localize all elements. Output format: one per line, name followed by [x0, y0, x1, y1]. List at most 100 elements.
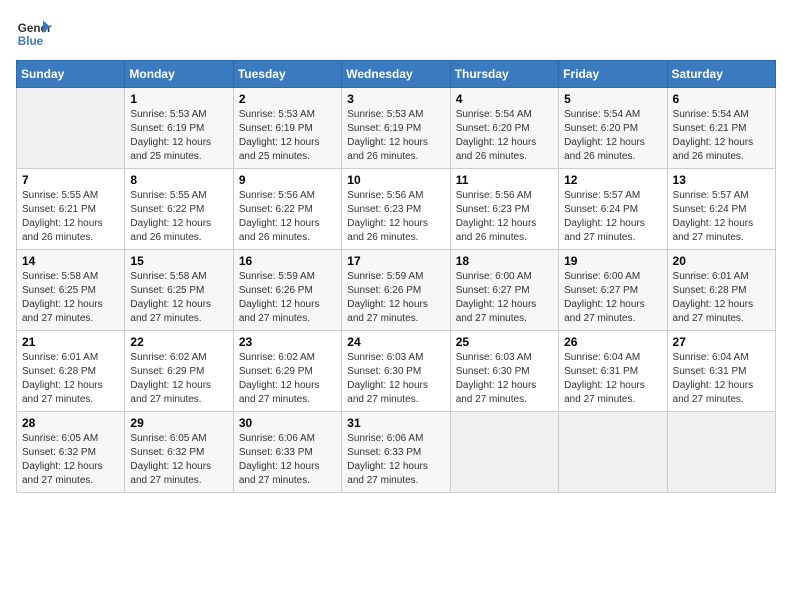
calendar-cell: 29 Sunrise: 6:05 AM Sunset: 6:32 PM Dayli… [125, 412, 233, 493]
column-header-tuesday: Tuesday [233, 61, 341, 88]
calendar-cell: 13 Sunrise: 5:57 AM Sunset: 6:24 PM Dayli… [667, 169, 775, 250]
calendar-cell [450, 412, 558, 493]
calendar-cell: 14Sunrise: 5:58 AM Sunset: 6:25 PM Dayli… [17, 250, 125, 331]
calendar-table: SundayMondayTuesdayWednesdayThursdayFrid… [16, 60, 776, 493]
calendar-cell: 25Sunrise: 6:03 AM Sunset: 6:30 PM Dayli… [450, 331, 558, 412]
day-info: Sunrise: 6:04 AM Sunset: 6:31 PM Dayligh… [564, 351, 661, 407]
calendar-cell: 6 Sunrise: 5:54 AM Sunset: 6:21 PM Daylig… [667, 88, 775, 169]
calendar-cell: 7 Sunrise: 5:55 AM Sunset: 6:21 PM Daylig… [17, 169, 125, 250]
day-number: 15 [130, 254, 227, 268]
calendar-cell: 30 Sunrise: 6:06 AM Sunset: 6:33 PM Dayli… [233, 412, 341, 493]
day-info: Sunrise: 5:53 AM Sunset: 6:19 PM Dayligh… [347, 108, 444, 164]
day-number: 13 [673, 173, 770, 187]
day-number: 16 [239, 254, 336, 268]
column-header-saturday: Saturday [667, 61, 775, 88]
column-header-friday: Friday [559, 61, 667, 88]
day-number: 19 [564, 254, 661, 268]
calendar-cell: 31 Sunrise: 6:06 AM Sunset: 6:33 PM Dayli… [342, 412, 450, 493]
day-info: Sunrise: 5:54 AM Sunset: 6:20 PM Dayligh… [564, 108, 661, 164]
day-number: 21 [22, 335, 119, 349]
calendar-cell: 21 Sunrise: 6:01 AM Sunset: 6:28 PM Dayli… [17, 331, 125, 412]
calendar-cell: 1Sunrise: 5:53 AM Sunset: 6:19 PM Daylig… [125, 88, 233, 169]
calendar-cell: 23 Sunrise: 6:02 AM Sunset: 6:29 PM Dayli… [233, 331, 341, 412]
calendar-cell: 17 Sunrise: 5:59 AM Sunset: 6:26 PM Dayli… [342, 250, 450, 331]
calendar-cell: 9 Sunrise: 5:56 AM Sunset: 6:22 PM Daylig… [233, 169, 341, 250]
calendar-cell: 28Sunrise: 6:05 AM Sunset: 6:32 PM Dayli… [17, 412, 125, 493]
calendar-cell [17, 88, 125, 169]
calendar-week-3: 14Sunrise: 5:58 AM Sunset: 6:25 PM Dayli… [17, 250, 776, 331]
day-info: Sunrise: 5:55 AM Sunset: 6:21 PM Dayligh… [22, 189, 119, 245]
day-number: 8 [130, 173, 227, 187]
day-info: Sunrise: 5:59 AM Sunset: 6:26 PM Dayligh… [347, 270, 444, 326]
calendar-cell: 27 Sunrise: 6:04 AM Sunset: 6:31 PM Dayli… [667, 331, 775, 412]
calendar-cell: 19 Sunrise: 6:00 AM Sunset: 6:27 PM Dayli… [559, 250, 667, 331]
day-info: Sunrise: 5:59 AM Sunset: 6:26 PM Dayligh… [239, 270, 336, 326]
calendar-cell: 22 Sunrise: 6:02 AM Sunset: 6:29 PM Dayli… [125, 331, 233, 412]
logo: General Blue [16, 16, 52, 52]
day-info: Sunrise: 6:05 AM Sunset: 6:32 PM Dayligh… [130, 432, 227, 488]
day-info: Sunrise: 5:55 AM Sunset: 6:22 PM Dayligh… [130, 189, 227, 245]
day-number: 18 [456, 254, 553, 268]
day-info: Sunrise: 6:01 AM Sunset: 6:28 PM Dayligh… [22, 351, 119, 407]
day-number: 2 [239, 92, 336, 106]
day-number: 4 [456, 92, 553, 106]
calendar-cell [559, 412, 667, 493]
column-header-monday: Monday [125, 61, 233, 88]
svg-text:Blue: Blue [18, 35, 44, 48]
calendar-week-4: 21 Sunrise: 6:01 AM Sunset: 6:28 PM Dayli… [17, 331, 776, 412]
calendar-cell: 8 Sunrise: 5:55 AM Sunset: 6:22 PM Daylig… [125, 169, 233, 250]
calendar-week-2: 7 Sunrise: 5:55 AM Sunset: 6:21 PM Daylig… [17, 169, 776, 250]
day-info: Sunrise: 6:02 AM Sunset: 6:29 PM Dayligh… [130, 351, 227, 407]
day-number: 7 [22, 173, 119, 187]
day-number: 11 [456, 173, 553, 187]
calendar-cell: 20 Sunrise: 6:01 AM Sunset: 6:28 PM Dayli… [667, 250, 775, 331]
calendar-cell: 16 Sunrise: 5:59 AM Sunset: 6:26 PM Dayli… [233, 250, 341, 331]
day-number: 9 [239, 173, 336, 187]
day-info: Sunrise: 6:01 AM Sunset: 6:28 PM Dayligh… [673, 270, 770, 326]
calendar-header: SundayMondayTuesdayWednesdayThursdayFrid… [17, 61, 776, 88]
day-number: 10 [347, 173, 444, 187]
day-number: 1 [130, 92, 227, 106]
day-number: 12 [564, 173, 661, 187]
day-number: 6 [673, 92, 770, 106]
calendar-cell: 24Sunrise: 6:03 AM Sunset: 6:30 PM Dayli… [342, 331, 450, 412]
calendar-cell: 4Sunrise: 5:54 AM Sunset: 6:20 PM Daylig… [450, 88, 558, 169]
day-info: Sunrise: 6:06 AM Sunset: 6:33 PM Dayligh… [347, 432, 444, 488]
day-number: 30 [239, 416, 336, 430]
calendar-body: 1 Sunrise: 5:53 AM Sunset: 6:19 PM Daylig… [17, 88, 776, 493]
day-number: 25 [456, 335, 553, 349]
day-number: 17 [347, 254, 444, 268]
day-number: 26 [564, 335, 661, 349]
calendar-cell: 26 Sunrise: 6:04 AM Sunset: 6:31 PM Dayli… [559, 331, 667, 412]
day-number: 29 [130, 416, 227, 430]
calendar-cell: 2 Sunrise: 5:53 AM Sunset: 6:19 PM Daylig… [233, 88, 341, 169]
calendar-cell: 3 Sunrise: 5:53 AM Sunset: 6:19 PM Daylig… [342, 88, 450, 169]
calendar-week-5: 28Sunrise: 6:05 AM Sunset: 6:32 PM Dayli… [17, 412, 776, 493]
day-info: Sunrise: 5:57 AM Sunset: 6:24 PM Dayligh… [564, 189, 661, 245]
day-info: Sunrise: 6:00 AM Sunset: 6:27 PM Dayligh… [456, 270, 553, 326]
day-number: 3 [347, 92, 444, 106]
day-info: Sunrise: 6:04 AM Sunset: 6:31 PM Dayligh… [673, 351, 770, 407]
calendar-cell: 5Sunrise: 5:54 AM Sunset: 6:20 PM Daylig… [559, 88, 667, 169]
day-info: Sunrise: 5:54 AM Sunset: 6:21 PM Dayligh… [673, 108, 770, 164]
day-number: 23 [239, 335, 336, 349]
day-number: 31 [347, 416, 444, 430]
day-info: Sunrise: 6:02 AM Sunset: 6:29 PM Dayligh… [239, 351, 336, 407]
day-number: 20 [673, 254, 770, 268]
page-header: General Blue [16, 16, 776, 52]
calendar-cell: 15Sunrise: 5:58 AM Sunset: 6:25 PM Dayli… [125, 250, 233, 331]
logo-icon: General Blue [16, 16, 52, 52]
day-info: Sunrise: 5:56 AM Sunset: 6:23 PM Dayligh… [347, 189, 444, 245]
column-header-thursday: Thursday [450, 61, 558, 88]
day-info: Sunrise: 6:06 AM Sunset: 6:33 PM Dayligh… [239, 432, 336, 488]
day-info: Sunrise: 6:00 AM Sunset: 6:27 PM Dayligh… [564, 270, 661, 326]
day-info: Sunrise: 5:53 AM Sunset: 6:19 PM Dayligh… [239, 108, 336, 164]
day-info: Sunrise: 5:56 AM Sunset: 6:23 PM Dayligh… [456, 189, 553, 245]
calendar-cell: 10 Sunrise: 5:56 AM Sunset: 6:23 PM Dayli… [342, 169, 450, 250]
day-info: Sunrise: 5:57 AM Sunset: 6:24 PM Dayligh… [673, 189, 770, 245]
day-number: 27 [673, 335, 770, 349]
day-number: 22 [130, 335, 227, 349]
calendar-cell: 12 Sunrise: 5:57 AM Sunset: 6:24 PM Dayli… [559, 169, 667, 250]
calendar-cell [667, 412, 775, 493]
day-info: Sunrise: 5:56 AM Sunset: 6:22 PM Dayligh… [239, 189, 336, 245]
